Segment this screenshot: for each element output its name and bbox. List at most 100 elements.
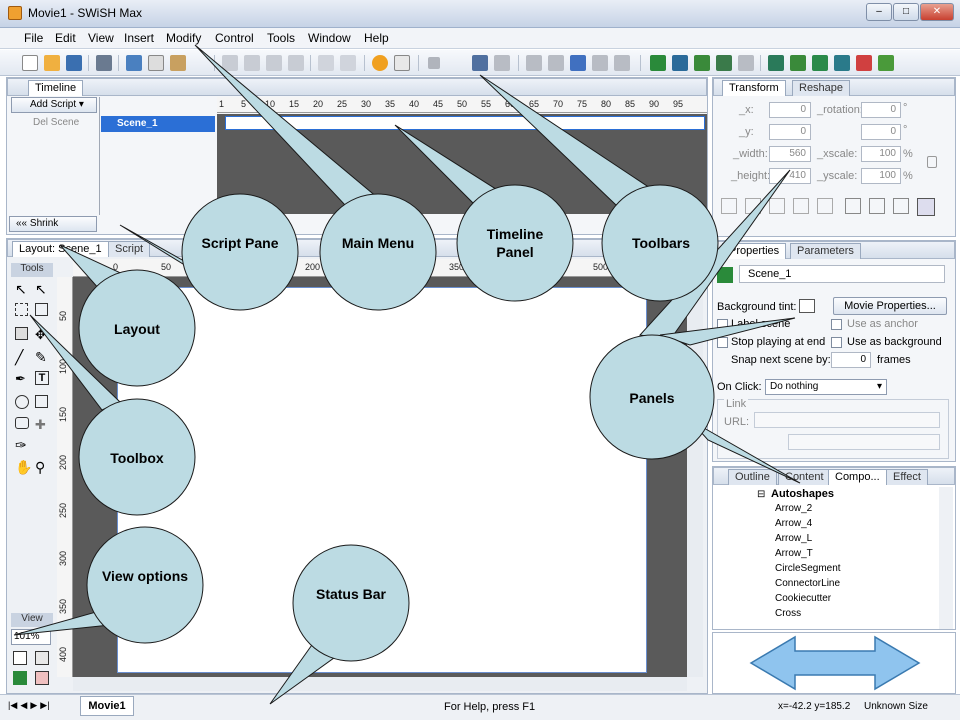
- group-icon[interactable]: [869, 198, 885, 214]
- new-icon[interactable]: [22, 55, 38, 71]
- zoom-to-fit-icon[interactable]: [35, 671, 49, 685]
- effect-icon[interactable]: [878, 55, 894, 71]
- select-tool-icon[interactable]: ↖: [15, 281, 27, 298]
- component-item[interactable]: Cross: [775, 608, 801, 619]
- undo-icon[interactable]: [318, 55, 334, 71]
- tab-timeline[interactable]: Timeline: [28, 80, 84, 96]
- redo-icon[interactable]: [340, 55, 356, 71]
- component-item[interactable]: Arrow_2: [775, 503, 812, 514]
- autoshapes-group[interactable]: Autoshapes: [771, 488, 834, 500]
- menu-window[interactable]: Window: [308, 31, 351, 45]
- zoom-tool-icon[interactable]: ⚲: [35, 459, 45, 476]
- lock-icon[interactable]: [927, 156, 937, 168]
- stop-end-checkbox[interactable]: [717, 337, 728, 348]
- tab-content[interactable]: Content: [778, 469, 831, 485]
- move-bottom-icon[interactable]: [288, 55, 304, 71]
- snap-field[interactable]: 0: [831, 352, 871, 368]
- close-button[interactable]: ✕: [920, 3, 954, 21]
- hand-tool-icon[interactable]: ✋: [15, 459, 32, 476]
- flip-icon[interactable]: [745, 198, 761, 214]
- label-scene-checkbox[interactable]: [717, 319, 728, 330]
- menu-help[interactable]: Help: [364, 31, 389, 45]
- menu-edit[interactable]: Edit: [55, 31, 76, 45]
- cut-icon[interactable]: [126, 55, 142, 71]
- effect-icon[interactable]: [812, 55, 828, 71]
- components-scrollbar[interactable]: [939, 487, 953, 629]
- collapse-icon[interactable]: ⊟: [757, 489, 765, 500]
- play-timeline-icon[interactable]: [472, 55, 488, 71]
- rotation-field[interactable]: 0: [861, 102, 901, 118]
- paste-icon[interactable]: [170, 55, 186, 71]
- stage-canvas[interactable]: [117, 287, 647, 673]
- rectangle-tool-icon[interactable]: [35, 395, 48, 408]
- zoom-view-icon[interactable]: [13, 651, 27, 665]
- tab-components[interactable]: Compo...: [828, 469, 887, 485]
- autoshape-tool-icon[interactable]: [15, 417, 29, 429]
- component-item[interactable]: ConnectorLine: [775, 578, 840, 589]
- prev-frame-icon[interactable]: [548, 55, 564, 71]
- tab-layout[interactable]: Layout: Scene_1: [12, 241, 109, 257]
- zoom-field[interactable]: 101%: [11, 629, 51, 645]
- use-bg-checkbox[interactable]: [831, 337, 842, 348]
- rotate-icon[interactable]: [769, 198, 785, 214]
- shrink-button[interactable]: «« Shrink: [9, 216, 97, 232]
- movie-properties-button[interactable]: Movie Properties...: [833, 297, 947, 315]
- transform-tool-icon[interactable]: [35, 303, 48, 316]
- insert-button-icon[interactable]: [694, 55, 710, 71]
- yscale-field[interactable]: 100: [861, 168, 901, 184]
- ellipse-tool-icon[interactable]: [15, 395, 29, 409]
- menu-file[interactable]: File: [24, 31, 43, 45]
- use-anchor-checkbox[interactable]: [831, 319, 842, 330]
- fill-transform-icon[interactable]: [15, 327, 28, 340]
- stop-icon[interactable]: [428, 57, 440, 69]
- tab-effect[interactable]: Effect: [886, 469, 928, 485]
- effect-icon[interactable]: [790, 55, 806, 71]
- menu-control[interactable]: Control: [215, 31, 254, 45]
- first-icon[interactable]: |◀: [8, 700, 17, 710]
- vertical-scrollbar[interactable]: [687, 277, 703, 677]
- menu-tools[interactable]: Tools: [267, 31, 295, 45]
- component-item[interactable]: Arrow_L: [775, 533, 812, 544]
- pen-tool-icon[interactable]: ✒: [15, 371, 26, 387]
- reshape-tool-icon[interactable]: ✥: [35, 327, 46, 343]
- scene-name-field[interactable]: Scene_1: [739, 265, 945, 283]
- fit-view-icon[interactable]: [35, 651, 49, 665]
- minimize-button[interactable]: –: [866, 3, 892, 21]
- play-effect-icon[interactable]: [494, 55, 510, 71]
- rotate-icon[interactable]: [817, 198, 833, 214]
- text-tool-icon[interactable]: T: [35, 371, 49, 385]
- bg-tint-swatch[interactable]: [799, 299, 815, 313]
- scene-frames-row[interactable]: [225, 116, 705, 130]
- goto-frame-icon[interactable]: [570, 55, 586, 71]
- maximize-button[interactable]: □: [893, 3, 919, 21]
- y-field[interactable]: 0: [769, 124, 811, 140]
- xscale-field[interactable]: 100: [861, 146, 901, 162]
- width-field[interactable]: 560: [769, 146, 811, 162]
- menu-insert[interactable]: Insert: [124, 31, 154, 45]
- insert-scene-icon[interactable]: [650, 55, 666, 71]
- anchor-icon[interactable]: [917, 198, 935, 216]
- copy-icon[interactable]: [148, 55, 164, 71]
- menu-view[interactable]: View: [88, 31, 114, 45]
- timeline-frames[interactable]: [217, 114, 707, 214]
- component-item[interactable]: Cookiecutter: [775, 593, 831, 604]
- help-icon[interactable]: [372, 55, 388, 71]
- on-click-select[interactable]: Do nothing ▾: [765, 379, 887, 395]
- tab-script[interactable]: Script: [108, 241, 151, 257]
- preview-frame-icon[interactable]: [13, 671, 27, 685]
- component-item[interactable]: CircleSegment: [775, 563, 841, 574]
- puzzle-tool-icon[interactable]: ✚: [35, 417, 46, 433]
- move-up-icon[interactable]: [222, 55, 238, 71]
- tab-parameters[interactable]: Parameters: [790, 243, 861, 259]
- pencil-tool-icon[interactable]: ✎: [35, 349, 47, 366]
- effect-icon[interactable]: [856, 55, 872, 71]
- component-item[interactable]: Arrow_4: [775, 518, 812, 529]
- effect-icon[interactable]: [768, 55, 784, 71]
- target-select[interactable]: [788, 434, 940, 450]
- save-icon[interactable]: [66, 55, 82, 71]
- skew-field[interactable]: 0: [861, 124, 901, 140]
- del-scene-button[interactable]: Del Scene: [11, 116, 97, 132]
- insert-image-icon[interactable]: [738, 55, 754, 71]
- menu-modify[interactable]: Modify: [166, 31, 201, 45]
- effect-icon[interactable]: [834, 55, 850, 71]
